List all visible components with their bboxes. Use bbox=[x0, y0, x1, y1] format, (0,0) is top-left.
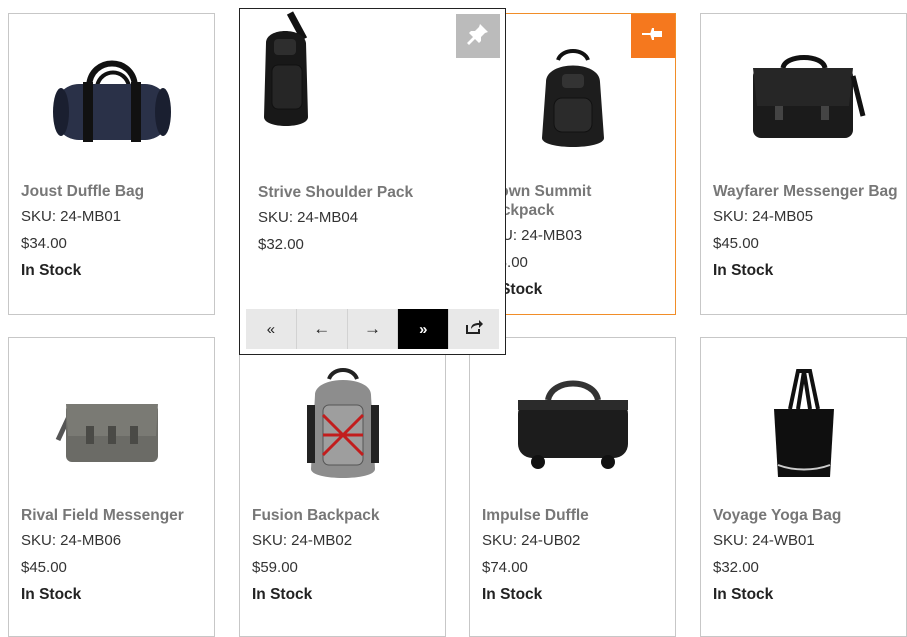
product-name[interactable]: Fusion Backpack bbox=[252, 506, 437, 525]
product-card[interactable]: Fusion Backpack SKU: 24-MB02 $59.00 In S… bbox=[239, 337, 446, 637]
product-price: $59.00 bbox=[252, 559, 298, 576]
product-name[interactable]: Voyage Yoga Bag bbox=[713, 506, 898, 525]
product-sku: SKU: 24-MB02 bbox=[252, 532, 353, 549]
product-name[interactable]: Rival Field Messenger bbox=[21, 506, 206, 525]
product-card[interactable]: Impulse Duffle SKU: 24-UB02 $74.00 In St… bbox=[469, 337, 676, 637]
share-icon bbox=[465, 319, 484, 340]
move-left-icon: ← bbox=[313, 319, 331, 338]
stock-status: In Stock bbox=[482, 586, 543, 603]
stock-status: In Stock bbox=[482, 281, 543, 298]
move-first-icon: « bbox=[266, 320, 276, 338]
product-name[interactable]: Wayfarer Messenger Bag bbox=[713, 182, 898, 201]
product-card[interactable]: Rival Field Messenger SKU: 24-MB06 $45.0… bbox=[8, 337, 215, 637]
stock-status: In Stock bbox=[713, 586, 774, 603]
product-image[interactable] bbox=[240, 366, 445, 484]
product-name[interactable]: Crown Summit Backpack bbox=[482, 182, 667, 220]
product-image[interactable] bbox=[470, 366, 675, 484]
product-image[interactable] bbox=[9, 42, 214, 160]
move-last-icon: » bbox=[419, 320, 428, 338]
product-sku: SKU: 24-MB05 bbox=[713, 208, 814, 225]
move-right-button[interactable]: → bbox=[348, 309, 399, 349]
share-button[interactable] bbox=[449, 309, 499, 349]
card-move-toolbar: « ← → » bbox=[246, 309, 499, 349]
product-image[interactable] bbox=[701, 366, 906, 484]
stock-status: In Stock bbox=[713, 262, 774, 279]
move-right-icon: → bbox=[363, 319, 381, 338]
product-price: $45.00 bbox=[21, 559, 67, 576]
product-name[interactable]: Strive Shoulder Pack bbox=[258, 183, 497, 202]
stock-status: In Stock bbox=[21, 586, 82, 603]
product-sku: SKU: 24-MB06 bbox=[21, 532, 122, 549]
product-price: $74.00 bbox=[482, 559, 528, 576]
product-image[interactable] bbox=[9, 366, 214, 484]
product-name[interactable]: Impulse Duffle bbox=[482, 506, 667, 525]
product-card[interactable]: Voyage Yoga Bag SKU: 24-WB01 $32.00 In S… bbox=[700, 337, 907, 637]
product-card[interactable]: Joust Duffle Bag SKU: 24-MB01 $34.00 In … bbox=[8, 13, 215, 315]
product-card-hover-popup[interactable]: Strive Shoulder Pack SKU: 24-MB04 $32.00… bbox=[239, 8, 506, 355]
pin-button[interactable] bbox=[456, 14, 500, 58]
product-sku: SKU: 24-MB03 bbox=[482, 227, 583, 244]
move-left-button[interactable]: ← bbox=[297, 309, 348, 349]
product-name[interactable]: Joust Duffle Bag bbox=[21, 182, 206, 201]
stock-status: In Stock bbox=[252, 586, 313, 603]
product-sku: SKU: 24-UB02 bbox=[482, 532, 581, 549]
product-price: $32.00 bbox=[713, 559, 759, 576]
product-sku: SKU: 24-MB01 bbox=[21, 208, 122, 225]
product-image[interactable] bbox=[701, 42, 906, 160]
product-card[interactable]: Wayfarer Messenger Bag SKU: 24-MB05 $45.… bbox=[700, 13, 907, 315]
move-first-button[interactable]: « bbox=[246, 309, 297, 349]
stock-status: In Stock bbox=[21, 262, 82, 279]
product-sku: SKU: 24-MB04 bbox=[258, 209, 359, 226]
product-price: $38.00 bbox=[482, 253, 667, 272]
product-price: $34.00 bbox=[21, 235, 67, 252]
product-price: $32.00 bbox=[258, 236, 304, 253]
pin-icon bbox=[466, 22, 490, 51]
product-price: $45.00 bbox=[713, 235, 759, 252]
product-sku: SKU: 24-WB01 bbox=[713, 532, 815, 549]
move-last-button[interactable]: » bbox=[398, 309, 450, 349]
